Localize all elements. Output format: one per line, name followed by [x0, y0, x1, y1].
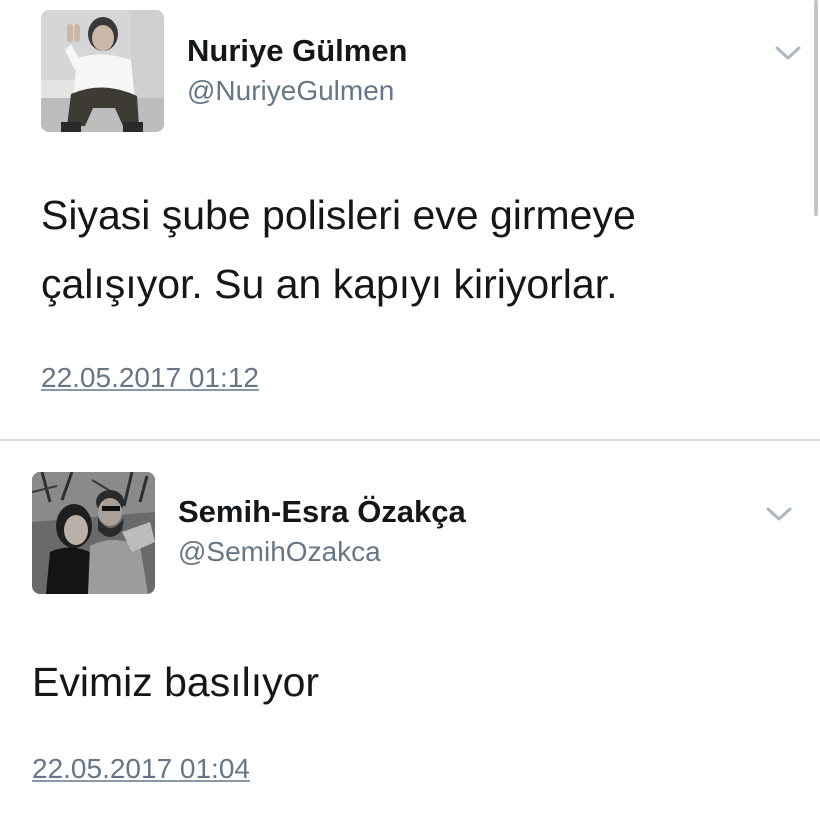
couple-photo-icon: [32, 472, 155, 594]
tweet-text: Evimiz basılıyor: [32, 648, 319, 717]
tweet-text-line: çalışıyor. Su an kapıyı kiriyorlar.: [41, 261, 618, 307]
scrollbar[interactable]: [814, 0, 818, 216]
display-name[interactable]: Nuriye Gülmen: [187, 33, 408, 69]
person-photo-icon: [41, 10, 164, 132]
chevron-down-icon[interactable]: [764, 504, 794, 524]
user-handle[interactable]: @SemihOzakca: [178, 536, 381, 568]
tweet-timestamp[interactable]: 22.05.2017 01:04: [32, 753, 250, 785]
tweet-card: Semih-Esra Özakça @SemihOzakca Evimiz ba…: [0, 441, 820, 820]
tweet-text-line: Siyasi şube polisleri eve girmeye: [41, 192, 636, 238]
avatar[interactable]: [41, 10, 164, 132]
tweet-text-line: Evimiz basılıyor: [32, 659, 320, 705]
display-name[interactable]: Semih-Esra Özakça: [178, 494, 466, 530]
tweet-card: Nuriye Gülmen @NuriyeGulmen Siyasi şube …: [0, 0, 820, 440]
user-handle[interactable]: @NuriyeGulmen: [187, 75, 394, 107]
tweet-timestamp[interactable]: 22.05.2017 01:12: [41, 362, 259, 394]
tweet-text: Siyasi şube polisleri eve girmeye çalışı…: [41, 181, 636, 319]
avatar[interactable]: [32, 472, 155, 594]
chevron-down-icon[interactable]: [773, 43, 803, 63]
